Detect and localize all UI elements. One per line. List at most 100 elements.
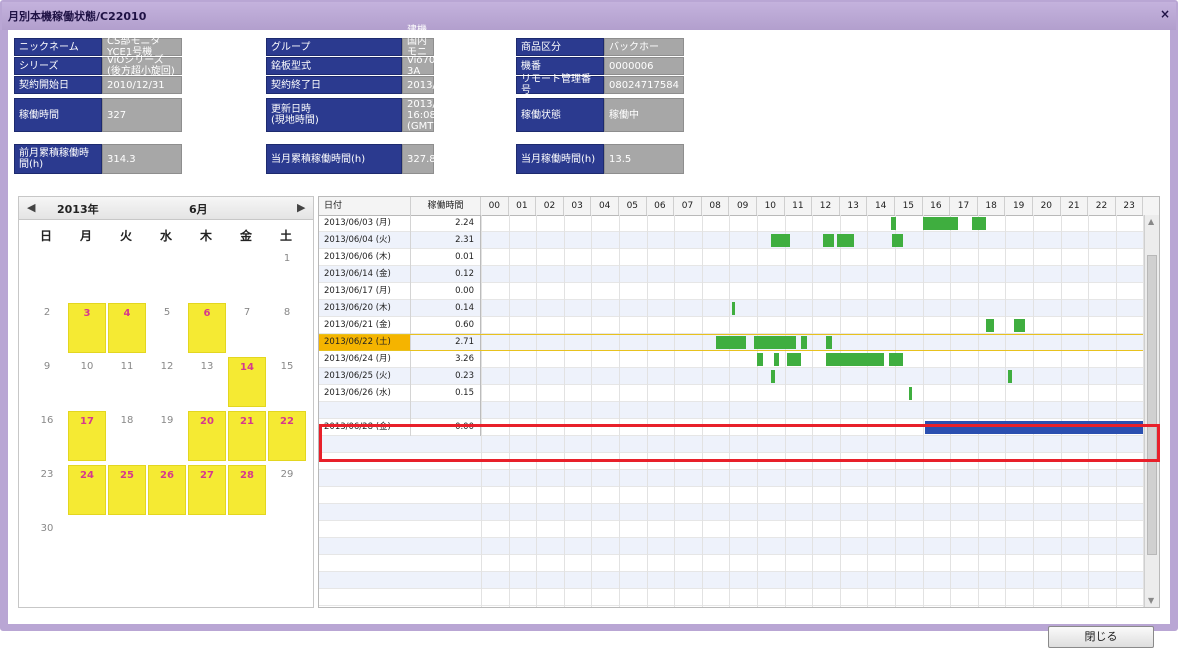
grid-scrollbar[interactable]: ▲ ▼ [1144,215,1159,607]
hour-gridline [839,215,841,607]
weekday-label: 水 [159,229,172,243]
row-hours: 0.14 [411,300,481,317]
table-row[interactable] [319,436,1143,453]
hour-gridline [701,215,703,607]
calendar-day[interactable]: 15 [268,357,306,407]
close-icon[interactable]: × [1160,7,1170,21]
calendar-day[interactable]: 13 [188,357,226,407]
calendar-day[interactable]: 4 [108,303,146,353]
table-row[interactable] [319,504,1143,521]
calendar-day[interactable]: 24 [68,465,106,515]
table-row[interactable]: 2013/06/06 (木) 0.01 [319,249,1143,266]
close-button[interactable]: 閉じる [1048,626,1154,648]
calendar-day[interactable]: 14 [228,357,266,407]
calendar-day[interactable]: 12 [148,357,186,407]
calendar-day[interactable]: 23 [28,465,66,515]
info-label: 契約開始日 [14,76,102,94]
operation-log-grid: 日付 稼働時間 00 01 02 03 04 05 06 07 08 09 10 11 12 13 14 15 16… [318,196,1160,608]
scroll-thumb[interactable] [1147,255,1157,555]
calendar-day[interactable]: 25 [108,465,146,515]
calendar-day[interactable]: 26 [148,465,186,515]
title-bar: 月別本機稼働状態/C22010 × [2,2,1176,30]
table-row[interactable]: 2013/06/20 (木) 0.14 [319,300,1143,317]
row-date[interactable]: 2013/06/17 (月) [319,283,411,300]
calendar-day[interactable]: 3 [68,303,106,353]
calendar-day[interactable]: 19 [148,411,186,461]
calendar-day[interactable]: 20 [188,411,226,461]
calendar-day[interactable]: 10 [68,357,106,407]
calendar-month: 6月 [189,203,208,216]
operation-bar [787,353,802,366]
row-date[interactable]: 2013/06/04 (火) [319,232,411,249]
row-date[interactable]: 2013/06/14 (金) [319,266,411,283]
operation-bar [826,353,884,366]
hour-gridline [867,215,869,607]
table-row[interactable] [319,589,1143,606]
operation-bar [823,234,835,247]
info-label: 銘板型式 [266,57,402,75]
table-row[interactable]: 2013/06/17 (月) 0.00 [319,283,1143,300]
hour-header: 18 [978,197,1006,215]
table-row[interactable]: 2013/06/24 (月) 3.26 [319,351,1143,368]
row-date[interactable]: 2013/06/06 (木) [319,249,411,266]
hour-header: 04 [591,197,619,215]
hour-gridline [922,215,924,607]
calendar-day[interactable]: 17 [68,411,106,461]
calendar-day[interactable]: 30 [28,519,66,569]
table-row[interactable] [319,487,1143,504]
table-row[interactable] [319,538,1143,555]
table-row[interactable] [319,572,1143,589]
calendar-day[interactable]: 1 [268,249,306,299]
calendar-day[interactable]: 27 [188,465,226,515]
operation-bar [770,370,775,383]
calendar-day[interactable]: 28 [228,465,266,515]
table-row[interactable] [319,402,1143,419]
row-date[interactable]: 2013/06/20 (木) [319,300,411,317]
scroll-up-icon[interactable]: ▲ [1148,217,1154,226]
row-date[interactable]: 2013/06/22 (土) [319,334,411,351]
calendar-day[interactable]: 18 [108,411,146,461]
calendar-day[interactable]: 22 [268,411,306,461]
table-row[interactable] [319,555,1143,572]
row-date[interactable]: 2013/06/24 (月) [319,351,411,368]
operation-bar [1008,370,1013,383]
calendar-day[interactable]: 2 [28,303,66,353]
row-date[interactable]: 2013/06/03 (月) [319,215,411,232]
table-row[interactable]: 2013/06/25 (火) 0.23 [319,368,1143,385]
hour-header: 20 [1033,197,1061,215]
table-row[interactable] [319,453,1143,470]
table-row[interactable] [319,521,1143,538]
table-row[interactable]: 2013/06/04 (火) 2.31 [319,232,1143,249]
scroll-down-icon[interactable]: ▼ [1148,596,1154,605]
hour-gridline [591,215,593,607]
table-row[interactable]: 2013/06/03 (月) 2.24 [319,215,1143,232]
calendar-year: 2013年 [57,203,99,216]
row-hours: 2.71 [411,334,481,351]
row-date[interactable]: 2013/06/21 (金) [319,317,411,334]
prev-month-icon[interactable]: ◀ [27,201,35,214]
next-month-icon[interactable]: ▶ [297,201,305,214]
info-value: 建機国内モニタ [402,25,434,69]
table-row[interactable]: 2013/06/26 (水) 0.15 [319,385,1143,402]
calendar-day[interactable]: 5 [148,303,186,353]
info-value: 08024717584 [604,76,684,94]
table-row[interactable]: 2013/06/14 (金) 0.12 [319,266,1143,283]
calendar-header: ◀ 2013年 6月 ▶ [19,197,313,220]
table-row[interactable] [319,470,1143,487]
calendar-day[interactable]: 9 [28,357,66,407]
column-header-hours[interactable]: 稼働時間 [411,197,481,215]
calendar-day[interactable]: 29 [268,465,306,515]
row-date[interactable]: 2013/06/25 (火) [319,368,411,385]
calendar-day[interactable]: 6 [188,303,226,353]
calendar-day[interactable]: 16 [28,411,66,461]
calendar-day[interactable]: 11 [108,357,146,407]
calendar-day[interactable]: 7 [228,303,266,353]
hour-header: 03 [564,197,592,215]
hour-gridline [563,215,565,607]
calendar-day[interactable]: 8 [268,303,306,353]
column-header-date[interactable]: 日付 [319,197,411,215]
calendar-day[interactable]: 21 [228,411,266,461]
row-date[interactable] [319,402,411,419]
row-date[interactable]: 2013/06/26 (水) [319,385,411,402]
row-date[interactable]: 2013/06/28 (金) [319,419,411,436]
